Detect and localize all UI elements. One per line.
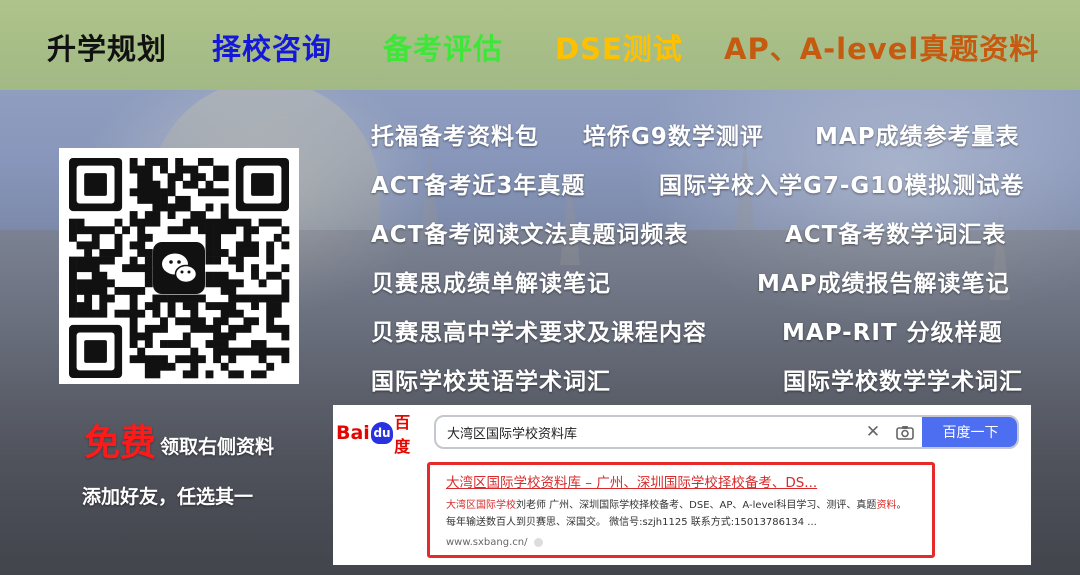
nav-item-exam-assessment[interactable]: 备考评估 (383, 26, 503, 68)
nav-item-school-consult[interactable]: 择校咨询 (212, 26, 332, 68)
baidu-paw-icon: du (370, 422, 394, 444)
safety-badge-icon (534, 538, 544, 547)
result-desc-highlight: 大湾区国际学校 (446, 500, 516, 511)
baidu-logo-bai: Bai (336, 422, 370, 444)
resource-map-report[interactable]: MAP成绩报告解读笔记 (757, 264, 1010, 298)
resource-basis-curriculum[interactable]: 贝赛思高中学术要求及课程内容 (371, 313, 707, 347)
search-bar: ✕ 百度一下 (434, 415, 1019, 449)
result-desc-highlight: 资料 (876, 500, 897, 511)
resource-map-scale[interactable]: MAP成绩参考量表 (815, 117, 1020, 151)
free-label: 免费 (84, 423, 157, 464)
resource-act-reading[interactable]: ACT备考阅读文法真题词频表 (371, 215, 688, 249)
result-url[interactable]: www.sxbang.cn/ (446, 537, 527, 548)
baidu-logo[interactable]: Bai du 百度 (336, 413, 424, 456)
baidu-logo-du: 百度 (394, 413, 411, 456)
top-banner: 升学规划 择校咨询 备考评估 DSE测试 AP、A-level真题资料 (0, 0, 1080, 90)
camera-icon[interactable] (888, 425, 922, 440)
qr-pattern (69, 158, 290, 379)
resource-act-math-vocab[interactable]: ACT备考数学词汇表 (785, 215, 1006, 249)
resource-english-vocab[interactable]: 国际学校英语学术词汇 (371, 362, 611, 396)
resource-g9-math[interactable]: 培侨G9数学测评 (583, 117, 764, 151)
resource-math-vocab[interactable]: 国际学校数学学术词汇 (783, 362, 1023, 396)
resource-toefl[interactable]: 托福备考资料包 (371, 117, 539, 151)
nav-item-ap-alevel[interactable]: AP、A-level真题资料 (724, 26, 1039, 68)
resource-basis-report[interactable]: 贝赛思成绩单解读笔记 (371, 264, 611, 298)
wechat-qr-code[interactable] (59, 148, 299, 384)
result-description: 大湾区国际学校刘老师 广州、深圳国际学校择校备考、DSE、AP、A-level科… (446, 497, 916, 531)
nav-item-dse-test[interactable]: DSE测试 (555, 26, 683, 68)
resource-map-rit[interactable]: MAP-RIT 分级样题 (782, 313, 1003, 347)
search-result-highlight: 大湾区国际学校资料库 – 广州、深圳国际学校择校备考、DS... 大湾区国际学校… (427, 462, 935, 558)
result-title-link[interactable]: 大湾区国际学校资料库 – 广州、深圳国际学校择校备考、DS... (446, 471, 932, 491)
resource-act-past-papers[interactable]: ACT备考近3年真题 (371, 166, 585, 200)
add-friend-label: 添加好友，任选其一 (82, 486, 254, 508)
search-button[interactable]: 百度一下 (922, 417, 1017, 447)
result-url-row: www.sxbang.cn/ (446, 537, 932, 548)
close-icon[interactable]: ✕ (858, 422, 888, 442)
resource-g7-g10-mock[interactable]: 国际学校入学G7-G10模拟测试卷 (659, 166, 1024, 200)
nav-item-planning[interactable]: 升学规划 (47, 26, 167, 68)
result-desc-text: 刘老师 广州、深圳国际学校择校备考、DSE、AP、A-level科目学习、测评、… (516, 500, 877, 511)
baidu-search-panel: Bai du 百度 ✕ 百度一下 大湾区国际学校资料库 – 广州、深圳国际学校择… (333, 405, 1031, 565)
search-input[interactable] (436, 417, 858, 447)
claim-label: 领取右侧资料 (160, 436, 275, 458)
